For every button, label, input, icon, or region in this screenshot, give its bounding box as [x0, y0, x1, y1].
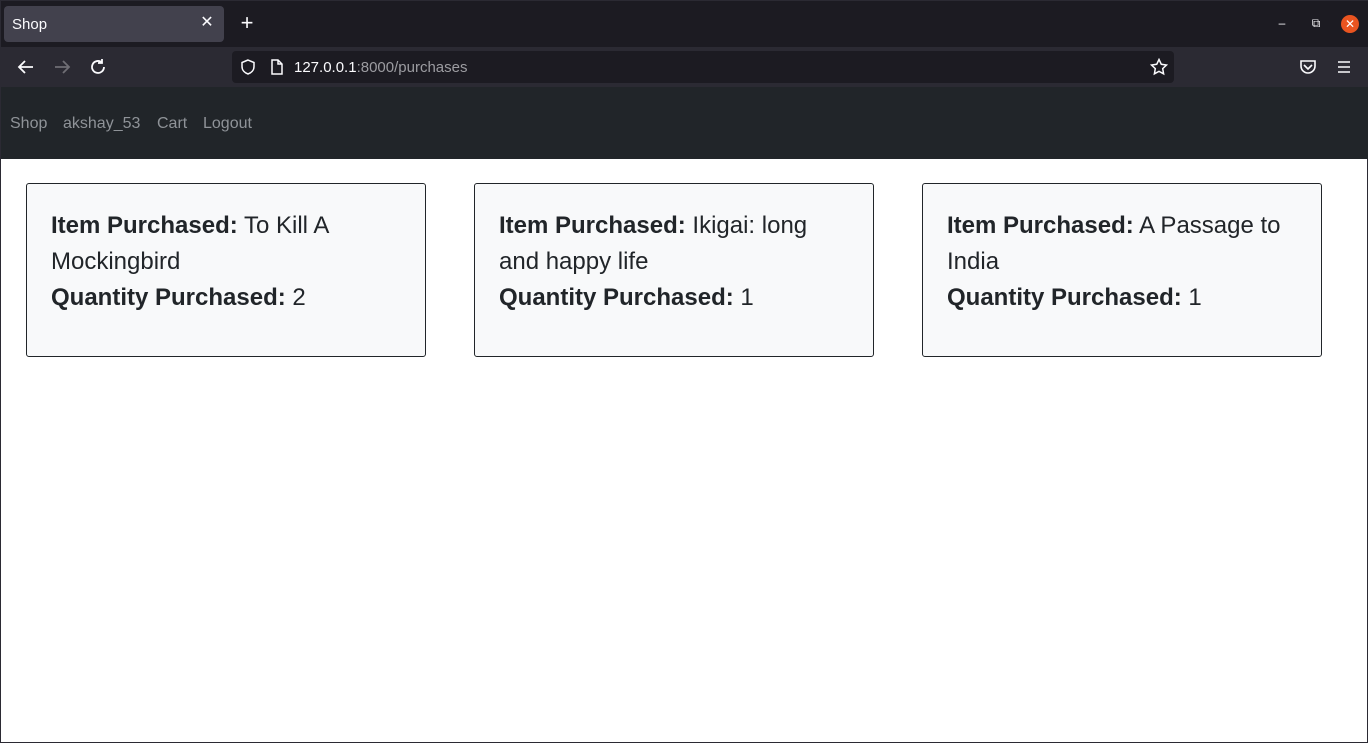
site-navbar: Shop akshay_53 Cart Logout: [1, 87, 1368, 159]
back-icon[interactable]: [14, 55, 38, 79]
page-icon[interactable]: [270, 59, 284, 80]
nav-link-logout[interactable]: Logout: [203, 115, 252, 133]
bookmark-star-icon[interactable]: [1149, 57, 1169, 81]
browser-tab[interactable]: Shop ✕: [4, 6, 224, 42]
browser-toolbar: 127.0.0.1:8000/purchases: [1, 47, 1368, 87]
item-label: Item Purchased:: [947, 212, 1134, 239]
item-label: Item Purchased:: [499, 212, 686, 239]
purchase-card: Item Purchased: Ikigai: long and happy l…: [474, 183, 874, 357]
purchase-card: Item Purchased: To Kill A Mockingbird Qu…: [26, 183, 426, 357]
item-quantity: 2: [292, 284, 306, 311]
nav-link-shop[interactable]: Shop: [10, 115, 47, 133]
url-text[interactable]: 127.0.0.1:8000/purchases: [294, 59, 467, 76]
shield-icon[interactable]: [240, 59, 256, 80]
forward-icon[interactable]: [50, 55, 74, 79]
hamburger-menu-icon[interactable]: [1332, 55, 1356, 79]
url-bar[interactable]: 127.0.0.1:8000/purchases: [232, 51, 1174, 83]
quantity-label: Quantity Purchased:: [499, 284, 734, 311]
item-quantity: 1: [740, 284, 754, 311]
url-path: :8000/purchases: [356, 59, 468, 76]
quantity-label: Quantity Purchased:: [51, 284, 286, 311]
quantity-label: Quantity Purchased:: [947, 284, 1182, 311]
nav-link-user[interactable]: akshay_53: [63, 115, 140, 133]
url-host: 127.0.0.1: [294, 59, 357, 76]
window-close-icon[interactable]: ✕: [1341, 15, 1359, 33]
item-label: Item Purchased:: [51, 212, 238, 239]
reload-icon[interactable]: [86, 55, 110, 79]
nav-link-cart[interactable]: Cart: [157, 115, 187, 133]
tab-title: Shop: [12, 16, 48, 33]
tab-strip: Shop ✕ + – ⧉ ✕: [1, 1, 1368, 47]
purchase-card: Item Purchased: A Passage to India Quant…: [922, 183, 1322, 357]
minimize-icon[interactable]: –: [1273, 14, 1291, 32]
tab-close-icon[interactable]: ✕: [198, 14, 216, 32]
item-quantity: 1: [1188, 284, 1202, 311]
maximize-icon[interactable]: ⧉: [1307, 14, 1325, 32]
pocket-icon[interactable]: [1296, 55, 1320, 79]
new-tab-icon[interactable]: +: [236, 12, 258, 34]
